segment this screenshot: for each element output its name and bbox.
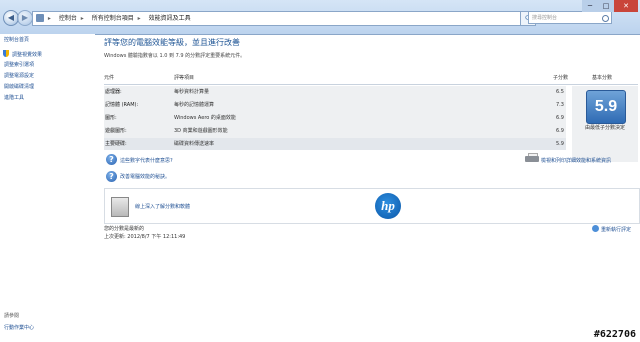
table-header: 元件 評等項目 子分數 基本分數 [104,74,638,82]
window-controls: ─ □ ✕ [582,0,638,12]
subscore-value: 6.9 [556,128,564,134]
column-rated: 評等項目 [174,75,195,81]
rated-item: 磁碟資料傳送速率 [174,141,215,147]
address-bar[interactable]: ▸ 控制台 ▸ 所有控制台項目 ▸ 效能資訊及工具 [32,11,524,26]
base-score-caption: 由最低子分數決定 [584,125,625,131]
divider [104,84,638,85]
sidebar-home-link[interactable]: 控制台首頁 [4,36,29,43]
maximize-button[interactable]: □ [598,0,614,12]
component-label: 主要硬碟: [105,141,127,147]
breadcrumb-item[interactable]: 效能資訊及工具 [149,15,191,22]
sidebar-item-power[interactable]: 調整電源設定 [4,72,34,79]
column-base-score: 基本分數 [592,75,613,81]
subscore-value: 6.5 [556,89,564,95]
help-question-icon: ? [106,154,117,165]
component-label: 遊戲圖形: [105,128,127,134]
learn-more-link[interactable]: 線上深入了解分數和軟體 [135,203,190,210]
printer-icon [525,153,539,163]
sidebar-item-disk-cleanup[interactable]: 開啟磁碟清理 [4,83,34,90]
see-also-title: 請參閱 [4,313,20,319]
control-panel-icon [36,14,44,22]
sidebar: 控制台首頁 調整視覺效果 調整索引選項 調整電源設定 開啟磁碟清理 進階工具 請… [0,34,95,342]
last-updated: 上次更新: 2012/8/7 下午 12:11:49 [104,234,186,240]
rated-item: 每秒資料計算量 [174,89,210,95]
search-input[interactable]: 搜尋控制台 [528,11,612,24]
sidebar-item-action-center[interactable]: 行動作業中心 [4,324,34,331]
breadcrumb-item[interactable]: 控制台 [59,15,77,22]
search-placeholder: 搜尋控制台 [532,15,558,21]
sidebar-item-visual-effects[interactable]: 調整視覺效果 [12,51,42,58]
minimize-button[interactable]: ─ [582,0,598,12]
table-row: 圖形: Windows Aero 的桌面效能 6.9 [104,112,566,124]
print-details-link[interactable]: 檢視和列印詳細效能和系統資訊 [541,157,611,164]
component-label: 記憶體 (RAM): [105,102,139,108]
shield-icon [3,50,9,57]
breadcrumb-item[interactable]: 所有控制台項目 [92,15,134,22]
score-table: 處理器: 每秒資料計算量 6.5 記憶體 (RAM): 每秒的記憶體運算 7.3… [104,86,566,150]
main-content: 評等您的電腦效能等級，並且進行改善 Windows 體驗指數會以 1.0 到 7… [95,34,640,342]
base-score-badge: 5.9 [586,90,626,124]
page-description: Windows 體驗指數會以 1.0 到 7.9 的分數評定重要系統元件。 [104,53,246,59]
title-bar: ◀ ▶ ▸ 控制台 ▸ 所有控制台項目 ▸ 效能資訊及工具 ⟳ 搜尋控制台 ─ … [0,0,640,35]
column-subscore: 子分數 [553,75,569,81]
rerun-assessment-link[interactable]: 重新執行評定 [601,226,631,233]
rerun-icon [592,225,599,232]
rated-item: 每秒的記憶體運算 [174,102,215,108]
help-question-icon: ? [106,171,117,182]
rated-item: 3D 商業和遊戲圖形效能 [174,128,228,134]
table-row: 主要硬碟: 磁碟資料傳送速率 5.9 [104,138,566,150]
status-info: 您的分數是最新的 上次更新: 2012/8/7 下午 12:11:49 [104,225,185,241]
component-label: 圖形: [105,115,117,121]
column-component: 元件 [104,75,115,81]
table-row: 遊戲圖形: 3D 商業和遊戲圖形效能 6.9 [104,125,566,137]
online-info-panel: 線上深入了解分數和軟體 hp [104,188,640,224]
subscore-value: 5.9 [556,141,564,147]
table-row: 處理器: 每秒資料計算量 6.5 [104,86,566,98]
hp-logo[interactable]: hp [375,193,401,219]
close-button[interactable]: ✕ [614,0,638,12]
page-title: 評等您的電腦效能等級，並且進行改善 [104,38,240,47]
forward-button[interactable]: ▶ [17,10,33,26]
sidebar-item-advanced-tools[interactable]: 進階工具 [4,94,24,101]
subscore-value: 7.3 [556,102,564,108]
rated-item: Windows Aero 的桌面效能 [174,115,236,121]
table-row: 記憶體 (RAM): 每秒的記憶體運算 7.3 [104,99,566,111]
help-link-what-mean[interactable]: 這些數字代表什麼意思? [120,157,173,164]
watermark-text: #622706 [593,329,636,340]
software-box-icon [111,197,129,217]
base-score-panel: 5.9 由最低子分數決定 [572,86,638,162]
subscore-value: 6.9 [556,115,564,121]
component-label: 處理器: [105,89,122,95]
search-icon [602,15,609,22]
status-current: 您的分數是最新的 [104,226,145,232]
help-link-tips[interactable]: 改善電腦效能的秘訣。 [120,173,170,180]
sidebar-item-indexing[interactable]: 調整索引選項 [4,61,34,68]
